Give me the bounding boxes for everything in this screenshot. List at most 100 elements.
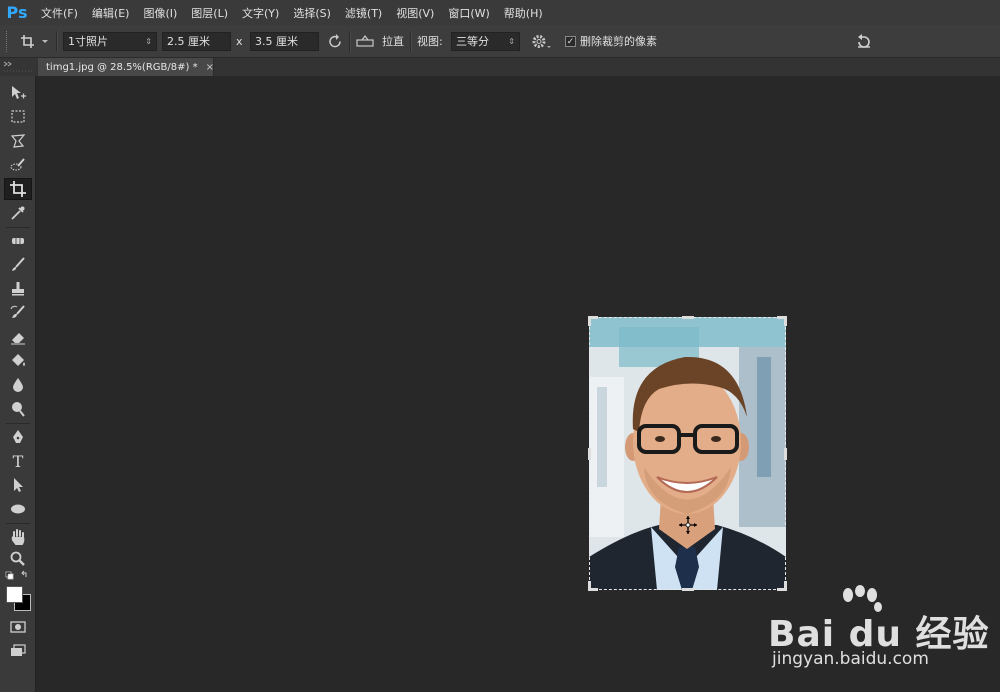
document-tab-title: timg1.jpg @ 28.5%(RGB/8#) *: [46, 61, 198, 73]
pen-tool[interactable]: [4, 426, 32, 448]
eyedropper-tool[interactable]: [4, 202, 32, 224]
screen-mode-button[interactable]: [4, 640, 32, 662]
menu-help[interactable]: 帮助(H): [497, 5, 550, 21]
document-tab-bar: timg1.jpg @ 28.5%(RGB/8#) * ×: [36, 58, 1000, 76]
move-icon: [12, 86, 26, 99]
width-input[interactable]: 2.5 厘米: [162, 32, 231, 51]
menu-filter[interactable]: 滤镜(T): [338, 5, 389, 21]
history-brush-tool[interactable]: [4, 302, 32, 324]
paint-bucket-tool[interactable]: [4, 350, 32, 372]
straighten-button[interactable]: [355, 32, 375, 51]
eraser-icon: [11, 333, 25, 345]
history-brush-icon: [10, 305, 25, 318]
document-tab[interactable]: timg1.jpg @ 28.5%(RGB/8#) * ×: [38, 58, 214, 76]
move-cursor-icon: [679, 516, 697, 534]
separator: [349, 31, 351, 52]
crop-handle-top-left-v[interactable]: [588, 316, 591, 326]
tool-preset-picker[interactable]: [18, 32, 52, 51]
marquee-tool[interactable]: [4, 106, 32, 128]
options-bar: 1寸照片 ⇕ 2.5 厘米 x 3.5 厘米 拉直 视图: 三等分 ⇕ ✓ 删除…: [0, 25, 1000, 58]
overlay-view-value: 三等分: [456, 35, 489, 48]
dodge-icon: [12, 402, 25, 417]
panel-collapse-bar[interactable]: [0, 58, 36, 76]
menu-edit[interactable]: 编辑(E): [85, 5, 137, 21]
healing-brush-tool[interactable]: [4, 230, 32, 252]
blur-tool[interactable]: [4, 374, 32, 396]
tool-separator: [6, 523, 30, 524]
paint-bucket-icon: [12, 354, 25, 366]
brush-icon: [12, 257, 25, 271]
reset-button[interactable]: [854, 32, 874, 51]
tool-separator: [6, 423, 30, 424]
height-value: 3.5 厘米: [255, 35, 298, 48]
ellipse-icon: [11, 504, 25, 514]
crop-box[interactable]: [588, 316, 787, 591]
crop-handle-left[interactable]: [588, 448, 591, 460]
delete-cropped-checkbox[interactable]: ✓: [565, 36, 576, 47]
clone-stamp-tool[interactable]: [4, 278, 32, 300]
separator: [410, 31, 412, 52]
pen-icon: [13, 430, 23, 443]
brush-tool[interactable]: [4, 254, 32, 276]
separator: [56, 31, 58, 52]
menu-layer[interactable]: 图层(L): [184, 5, 235, 21]
crop-settings-button[interactable]: [530, 32, 552, 51]
menu-image[interactable]: 图像(I): [136, 5, 184, 21]
close-icon[interactable]: ×: [206, 62, 214, 73]
move-tool[interactable]: [4, 82, 32, 104]
quick-selection-icon: [10, 158, 25, 171]
times-sign: x: [236, 35, 243, 48]
swap-rotate-button[interactable]: [326, 32, 344, 51]
straighten-label: 拉直: [382, 35, 404, 48]
gear-icon: [532, 35, 551, 48]
ellipse-tool[interactable]: [4, 498, 32, 520]
tool-separator: [6, 227, 30, 228]
quick-selection-tool[interactable]: [4, 154, 32, 176]
tools-panel: T: [0, 76, 36, 692]
crop-preset-select[interactable]: 1寸照片 ⇕: [63, 32, 157, 51]
lasso-tool[interactable]: [4, 130, 32, 152]
menu-file[interactable]: 文件(F): [34, 5, 85, 21]
crop-tool[interactable]: [4, 178, 32, 200]
height-input[interactable]: 3.5 厘米: [250, 32, 319, 51]
view-label: 视图:: [417, 35, 443, 48]
stamp-icon: [12, 282, 24, 296]
path-selection-icon: [14, 478, 23, 492]
crop-icon: [21, 35, 48, 48]
swap-colors-icon: [5, 570, 27, 580]
crop-handle-top-right-v[interactable]: [784, 316, 787, 326]
eraser-tool[interactable]: [4, 326, 32, 348]
width-value: 2.5 厘米: [167, 35, 210, 48]
zoom-tool[interactable]: [4, 548, 32, 570]
zoom-icon: [10, 551, 25, 566]
menu-view[interactable]: 视图(V): [389, 5, 441, 21]
select-arrows-icon: ⇕: [508, 37, 515, 46]
crop-handle-bottom-left-v[interactable]: [588, 581, 591, 591]
color-swatches[interactable]: [4, 584, 32, 612]
marquee-icon: [11, 110, 25, 123]
quick-mask-button[interactable]: [4, 616, 32, 638]
reset-icon: [858, 34, 870, 48]
path-selection-tool[interactable]: [4, 474, 32, 496]
crop-icon: [10, 181, 26, 197]
overlay-view-select[interactable]: 三等分 ⇕: [451, 32, 520, 51]
level-icon: [356, 35, 374, 47]
select-arrows-icon: ⇕: [145, 37, 152, 46]
default-colors-button[interactable]: [4, 570, 32, 582]
screen-mode-icon: [11, 644, 26, 656]
menu-window[interactable]: 窗口(W): [441, 5, 496, 21]
options-grip[interactable]: [6, 31, 10, 52]
drop-icon: [13, 378, 23, 392]
foreground-color-swatch[interactable]: [6, 586, 23, 603]
crop-handle-bottom[interactable]: [682, 588, 694, 591]
quick-mask-icon: [10, 621, 26, 633]
crop-handle-right[interactable]: [784, 448, 787, 460]
delete-cropped-label: 删除裁剪的像素: [580, 35, 657, 48]
dodge-tool[interactable]: [4, 398, 32, 420]
menu-select[interactable]: 选择(S): [286, 5, 338, 21]
type-tool[interactable]: T: [4, 450, 32, 472]
hand-icon: [11, 529, 25, 545]
menu-type[interactable]: 文字(Y): [235, 5, 286, 21]
crop-handle-top[interactable]: [682, 316, 694, 319]
hand-tool[interactable]: [4, 526, 32, 548]
